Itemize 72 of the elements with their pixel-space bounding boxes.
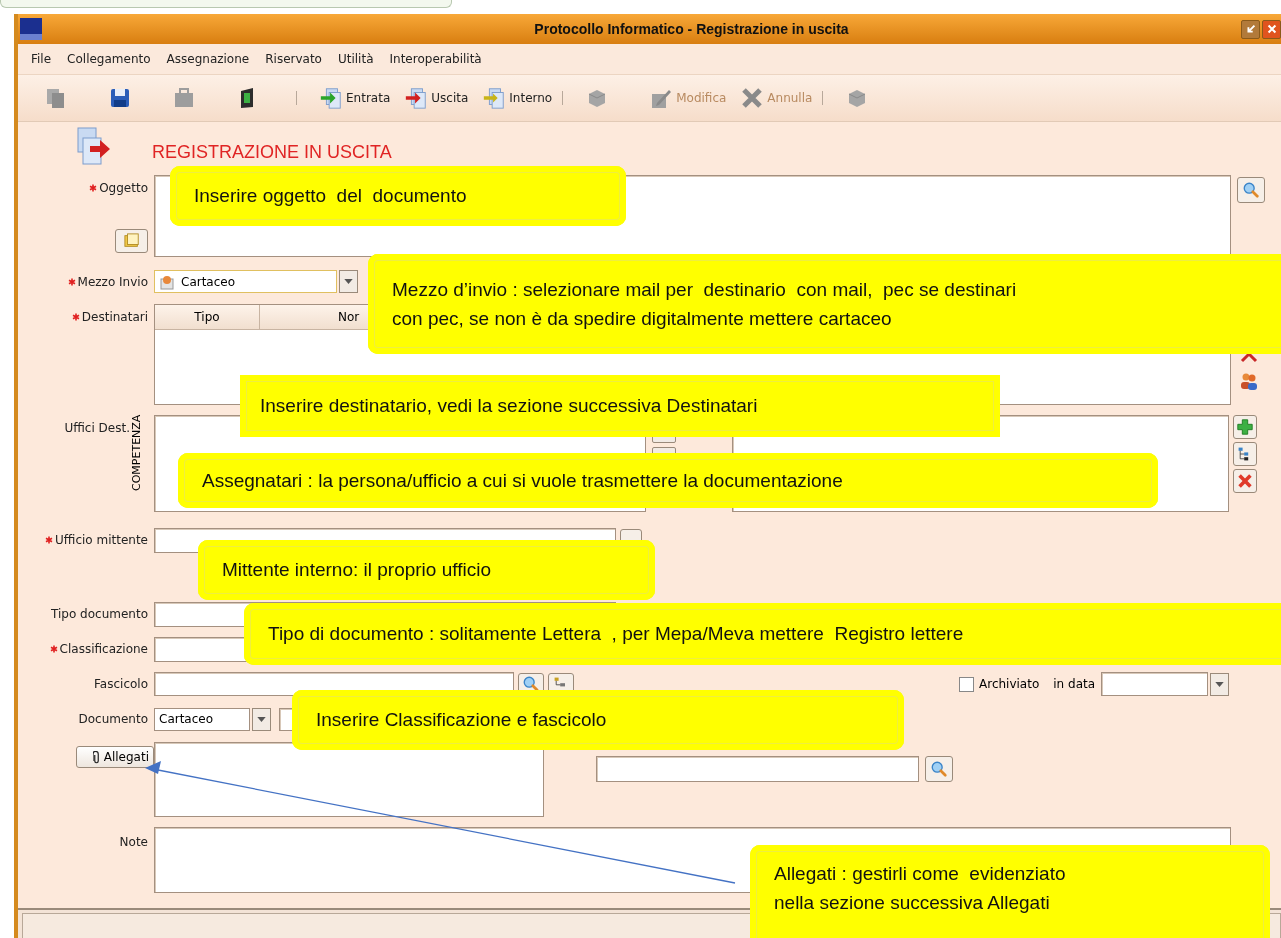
search-icon (1242, 181, 1260, 199)
form-heading: REGISTRAZIONE IN USCITA (152, 142, 392, 163)
menu-item[interactable]: Riservato (258, 50, 329, 68)
field-label: in data (1053, 677, 1096, 691)
dropdown-button[interactable] (252, 707, 271, 731)
menu-item[interactable]: File (24, 50, 59, 68)
document-arrow-icon (319, 86, 343, 110)
field-label: Classificazione (49, 642, 148, 656)
checkbox[interactable] (959, 676, 974, 692)
menu-item[interactable]: Utilità (330, 50, 381, 68)
list-box[interactable] (154, 742, 544, 817)
annotation-tooltip: Mittente interno: il proprio ufficio (198, 540, 655, 600)
dropdown-button[interactable] (339, 270, 358, 293)
document-arrow-icon (404, 86, 429, 110)
checkbox-label: Archiviato (979, 677, 1040, 691)
tree-button[interactable] (1233, 442, 1257, 466)
paperclip-icon (92, 750, 100, 764)
people-icon[interactable] (1239, 371, 1259, 391)
app-icon (20, 18, 42, 40)
annotation-tooltip: Tipo di documento : solitamente Lettera , per Mepa/Meva mettere Registro lettere (244, 603, 1281, 665)
caret-icon (257, 716, 266, 722)
field-label: Destinatari (71, 310, 148, 324)
toolbar-button[interactable]: Uscita (400, 84, 473, 112)
close-icon (1265, 23, 1278, 35)
menu-item[interactable]: Collegamento (60, 50, 158, 68)
column-header[interactable]: Tipo (155, 305, 260, 329)
field-label: Note (119, 835, 148, 849)
add-button[interactable] (1233, 415, 1257, 439)
dropdown-button[interactable] (1210, 672, 1230, 696)
field-label: Mezzo Invio (67, 274, 148, 289)
delete-icon (1236, 472, 1254, 490)
input-field[interactable] (596, 756, 919, 782)
toolbar-button[interactable]: Interno (478, 84, 557, 112)
plus-icon (1236, 418, 1254, 436)
menu-item[interactable]: Interoperabilità (382, 50, 489, 68)
annotation-tooltip: Inserire Classificazione e fascicolo (292, 690, 904, 750)
briefcase-icon (172, 86, 196, 110)
document-arrow-icon (482, 86, 507, 110)
caret-icon (1215, 681, 1225, 687)
annotation-tooltip: Inserire oggetto del documento (170, 166, 626, 226)
field-label: Fascicolo (94, 677, 148, 691)
dropdown[interactable]: Cartaceo (154, 270, 337, 293)
annotation-tooltip: Inserire destinatario, vedi la sezione successiva Destinatari (240, 375, 1000, 437)
cross-icon (740, 86, 765, 110)
window-title: Protocollo Informatico - Registrazione in uscita (533, 21, 850, 37)
search-icon (522, 675, 540, 693)
arrow-icon (1244, 23, 1257, 35)
field-label: Tipo documento (51, 607, 148, 621)
menu-item[interactable]: Assegnazione (159, 50, 257, 68)
toolbar-button[interactable]: Entrata (315, 84, 395, 112)
field-label: Documento (78, 712, 148, 726)
close-button[interactable] (1262, 19, 1281, 39)
restore-button[interactable] (1241, 19, 1260, 39)
attachments-button[interactable]: Allegati (75, 746, 154, 768)
annotation-tooltip: Mezzo d’invio : selezionare mail per destinario con mail, pec se destinari con pec, se non è da spedire digitalmente mettere cartaceo (368, 254, 1281, 354)
search-button[interactable] (1237, 177, 1265, 203)
panel-label: COMPETENZA (130, 415, 144, 494)
document-arrow-icon (76, 126, 112, 166)
search-button[interactable] (925, 756, 953, 782)
date-field[interactable] (1101, 672, 1209, 696)
delete-button[interactable] (1233, 469, 1257, 493)
field-label: Uffici Dest. (64, 421, 130, 435)
dropdown[interactable]: Cartaceo (154, 707, 250, 731)
field-label: Ufficio mittente (45, 533, 148, 547)
folder-button[interactable] (115, 229, 148, 253)
save-icon (108, 86, 132, 110)
caret-icon (344, 279, 353, 284)
annotation-tooltip: Allegati : gestirli come evidenziato nella sezione successiva Allegati (750, 845, 1270, 938)
search-icon (930, 760, 948, 778)
field-label: Oggetto (89, 181, 148, 195)
annotation-tooltip: Assegnatari : la persona/ufficio a cui si vuole trasmettere la documentazione (178, 453, 1158, 508)
folder-icon (122, 233, 141, 249)
